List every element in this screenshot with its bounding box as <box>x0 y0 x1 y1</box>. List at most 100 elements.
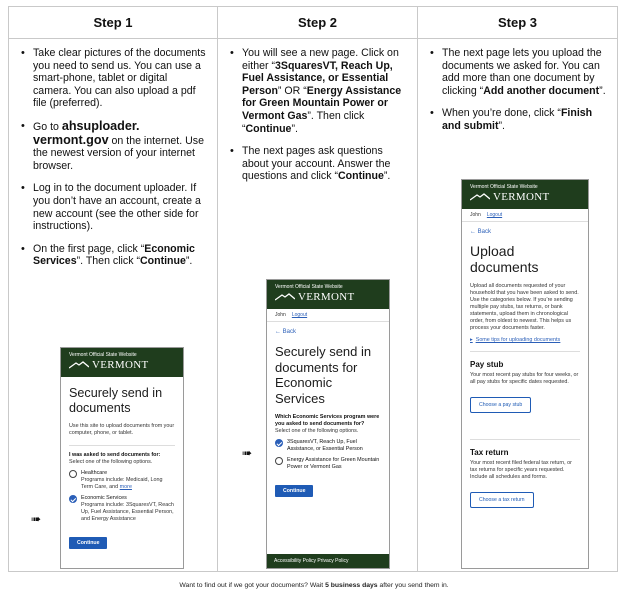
instructions-table: Step 1 Take clear pictures of the docume… <box>8 6 618 572</box>
continue-button[interactable]: Continue <box>69 537 108 549</box>
screenshot-economic-services: Vermont Official State Website VERMONT S… <box>60 347 184 569</box>
phone-question: Which Economic Services program were you… <box>275 414 380 427</box>
step-1-bullet-website: Go to ahsuploader. vermont.gov on the in… <box>21 120 207 172</box>
vermont-logo: VERMONT <box>275 291 383 303</box>
logout-link[interactable]: Logout <box>292 312 307 318</box>
step-2-heading: Step 2 <box>218 7 417 39</box>
back-label: Back <box>477 229 492 235</box>
logo-text: VERMONT <box>493 191 550 203</box>
bullet-text: On the first page, click “ <box>33 242 145 255</box>
user-name: John <box>275 312 286 318</box>
choose-pay-stub-button[interactable]: Choose a pay stub <box>470 397 532 413</box>
back-label: Back <box>282 329 297 335</box>
bullet-text: When you’re done, click “ <box>442 107 561 120</box>
phone-intro: Use this site to upload documents from y… <box>69 423 175 436</box>
step-2-bullet-questions: The next pages ask questions about your … <box>230 145 407 183</box>
bullet-emphasis: Continue <box>245 122 292 135</box>
tax-return-title: Tax return <box>470 448 509 457</box>
step-3-bullet-upload: The next page lets you upload the docume… <box>430 47 607 97</box>
step-1-heading: Step 1 <box>9 7 217 39</box>
vermont-header: Vermont Official State Website VERMONT <box>267 280 389 309</box>
option-label: Healthcare <box>81 470 108 476</box>
option-label: Energy Assistance for Green Mountain Pow… <box>287 457 380 470</box>
vermont-header: Vermont Official State Website VERMONT <box>61 348 183 377</box>
note-text: Want to find out if we got your document… <box>179 582 326 589</box>
step-1-bullet-first-page: On the first page, click “Economic Servi… <box>21 243 207 268</box>
back-arrow-icon: ← <box>275 329 283 335</box>
option-3squaresvt[interactable]: 3SquaresVT, Reach Up, Fuel Assistance, o… <box>275 439 381 453</box>
option-label: Economic Services <box>81 495 127 501</box>
back-link[interactable]: ← Back <box>470 229 580 235</box>
note-text: after you send them in. <box>377 582 449 589</box>
bullet-emphasis: Add another document <box>483 84 600 97</box>
pay-stub-desc: Your most recent pay stubs for four week… <box>470 372 579 385</box>
vermont-logo: VERMONT <box>470 191 582 203</box>
option-economic-services[interactable]: Economic Services Programs include: 3Squ… <box>69 495 175 523</box>
pay-stub-title: Pay stub <box>470 360 504 369</box>
user-name: John <box>470 212 481 218</box>
mountain-icon <box>275 293 295 301</box>
step-1-bullet-photos: Take clear pictures of the documents you… <box>21 47 207 110</box>
bullet-text: ”. <box>291 122 298 135</box>
mountain-icon <box>470 193 490 201</box>
bullet-text: Go to <box>33 120 62 133</box>
phone-hint: Select one of the following options. <box>275 428 359 434</box>
bullet-text: ”. <box>383 170 391 183</box>
screenshot-program-select: Vermont Official State Website VERMONT J… <box>266 279 390 569</box>
pointing-hand-icon: ➠ <box>242 446 253 460</box>
footer-note: Want to find out if we got your document… <box>0 582 628 589</box>
phone-hint: Select one of the following options. <box>69 459 153 465</box>
back-link[interactable]: ← Back <box>275 329 381 335</box>
radio-healthcare[interactable] <box>69 470 77 478</box>
bullet-text: ” OR “ <box>277 84 307 97</box>
caret-right-icon: ▸ <box>470 337 473 343</box>
tips-expander[interactable]: ▸ Some tips for uploading documents <box>470 337 580 343</box>
vermont-logo: VERMONT <box>69 359 177 371</box>
continue-button[interactable]: Continue <box>275 485 314 497</box>
logo-text: VERMONT <box>298 291 355 303</box>
step-1-bullet-login-text: Log in to the document uploader. If you … <box>33 182 201 233</box>
phone-question: I was asked to send documents for: <box>69 452 161 458</box>
step-3-heading: Step 3 <box>418 7 617 39</box>
tips-label: Some tips for uploading documents <box>475 337 561 343</box>
option-healthcare[interactable]: Healthcare Programs include: Medicaid, L… <box>69 470 175 491</box>
radio-economic-services[interactable] <box>69 495 77 503</box>
option-desc: Programs include: 3SquaresVT, Reach Up, … <box>81 502 174 522</box>
screenshot-upload-documents: Vermont Official State Website VERMONT J… <box>461 179 589 569</box>
logout-link[interactable]: Logout <box>487 212 502 218</box>
bullet-text: ”. Then click “ <box>76 255 140 268</box>
bullet-emphasis: Continue <box>337 170 384 183</box>
site-label: Vermont Official State Website <box>470 184 538 190</box>
back-arrow-icon: ← <box>470 229 478 235</box>
mountain-icon <box>69 361 89 369</box>
logo-text: VERMONT <box>92 359 149 371</box>
site-label: Vermont Official State Website <box>69 352 137 358</box>
step-3-bullet-finish: When you’re done, click “Finish and subm… <box>430 107 607 132</box>
step-1-bullet-login: Log in to the document uploader. If you … <box>21 182 207 232</box>
user-bar: John Logout <box>267 309 389 322</box>
note-emphasis: 5 business days <box>325 582 378 589</box>
step-2-column: Step 2 You will see a new page. Click on… <box>217 7 417 571</box>
user-bar: John Logout <box>462 209 588 222</box>
step-2-bullet-select: You will see a new page. Click on either… <box>230 47 407 135</box>
more-link[interactable]: more <box>120 484 132 490</box>
bullet-text: ”. <box>498 119 505 132</box>
phone-title: Securely send in documents <box>69 386 163 415</box>
bullet-emphasis: Continue <box>139 255 186 268</box>
phone-intro: Upload all documents requested of your h… <box>470 283 579 331</box>
option-energy-assistance[interactable]: Energy Assistance for Green Mountain Pow… <box>275 457 381 471</box>
step-3-column: Step 3 The next page lets you upload the… <box>417 7 617 571</box>
phone-title: Upload documents <box>470 243 539 275</box>
vermont-header: Vermont Official State Website VERMONT <box>462 180 588 209</box>
choose-tax-return-button[interactable]: Choose a tax return <box>470 492 534 508</box>
tax-return-desc: Your most recent filed federal tax retur… <box>470 460 572 480</box>
radio-energy-assistance[interactable] <box>275 457 283 465</box>
footer-links[interactable]: Accessibility Policy Privacy Policy <box>267 554 389 568</box>
bullet-text: ”. <box>599 84 606 97</box>
bullet-text: ”. <box>185 255 193 268</box>
site-label: Vermont Official State Website <box>275 284 343 290</box>
radio-3squaresvt[interactable] <box>275 439 283 447</box>
phone-title: Securely send in documents for Economic … <box>275 344 372 406</box>
step-1-bullet-photos-text: Take clear pictures of the documents you… <box>33 47 206 110</box>
pointing-hand-icon: ➠ <box>31 512 42 526</box>
